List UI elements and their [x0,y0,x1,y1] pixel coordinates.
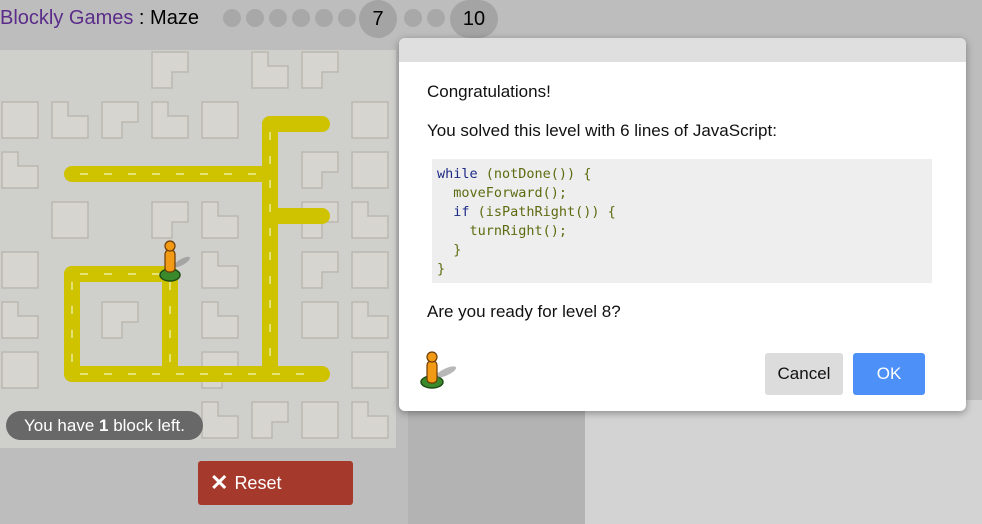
level-current[interactable]: 7 [359,0,397,38]
close-icon: ✕ [210,470,229,495]
code-line: if (isPathRight()) { [437,204,616,220]
reset-label: Reset [234,473,282,493]
dialog-question: Are you ready for level 8? [427,302,621,321]
maze-svg [1,51,389,439]
level-last[interactable]: 10 [450,0,498,38]
blocks-remaining-suffix: block left. [108,416,186,435]
blocks-remaining-prefix: You have [24,416,99,435]
level-dot-4[interactable] [292,9,310,27]
level-dot-5[interactable] [315,9,333,27]
pegman-icon [159,240,190,282]
code-line: } [437,242,462,258]
code-block: while (notDone()) { moveForward(); if (i… [432,159,932,283]
dialog-titlebar[interactable] [399,38,966,62]
pegman-icon [420,351,457,389]
workspace-panel [585,400,982,524]
header: Blockly Games : Maze 7 10 [0,0,982,40]
level-dot-3[interactable] [269,9,287,27]
code-line: while (notDone()) { [437,166,592,182]
level-dot-2[interactable] [246,9,264,27]
blocks-remaining-badge: You have 1 block left. [6,411,204,440]
ok-button[interactable]: OK [853,353,925,395]
code-line: } [437,261,446,277]
maze-board [0,50,396,448]
title-separator: : [133,7,151,29]
code-line: moveForward(); [437,185,568,201]
code-line: turnRight(); [437,223,568,239]
page-title: Blockly Games : Maze [0,7,199,30]
level-dot-6[interactable] [338,9,356,27]
toolbox-panel [408,400,585,524]
dialog-heading: Congratulations! [427,82,551,101]
dialog-summary: You solved this level with 6 lines of Ja… [427,121,777,140]
game-name: Maze [150,7,199,29]
level-dot-1[interactable] [223,9,241,27]
reset-button[interactable]: ✕ Reset [198,461,353,505]
app-name-link[interactable]: Blockly Games [0,7,133,29]
congratulations-dialog: Congratulations! You solved this level w… [399,38,966,411]
level-dot-8[interactable] [404,9,422,27]
level-dot-9[interactable] [427,9,445,27]
cancel-button[interactable]: Cancel [765,353,843,395]
